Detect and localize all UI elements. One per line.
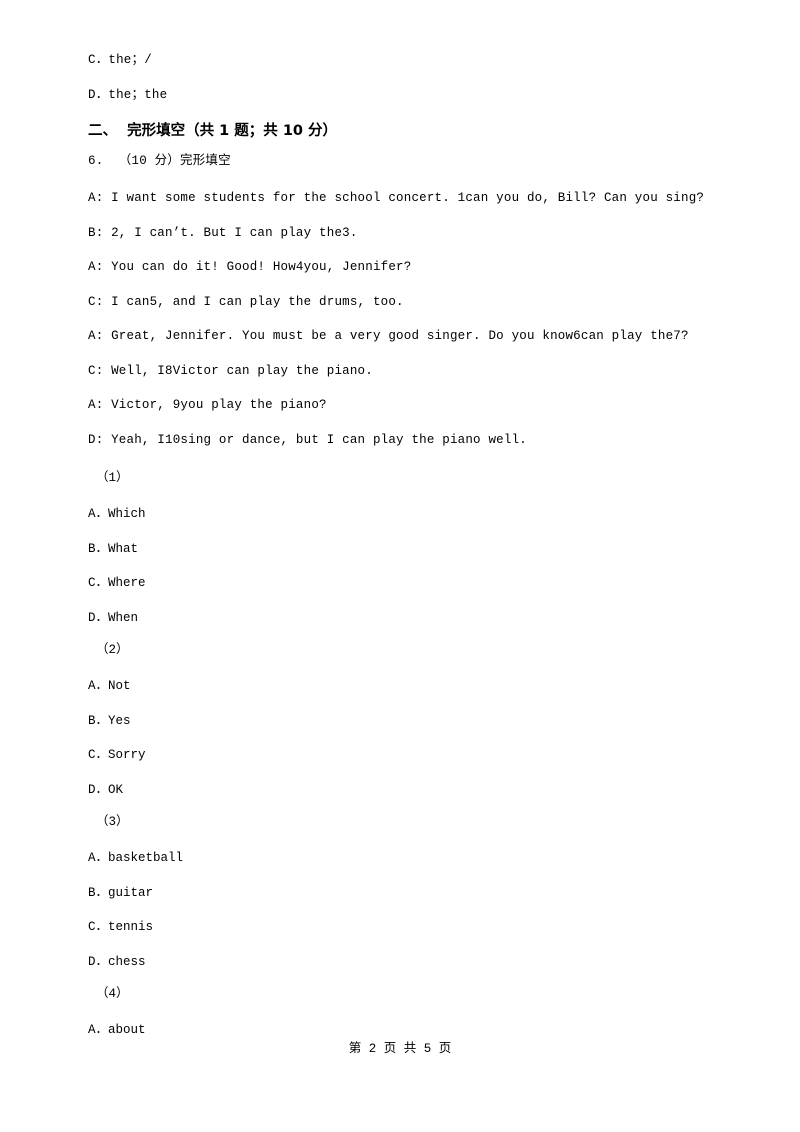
passage-line: C: Well, I8Victor can play the piano. xyxy=(88,364,373,378)
passage-line: A: Great, Jennifer. You must be a very g… xyxy=(88,329,689,343)
passage-line: B: 2, I can’t. But I can play the3. xyxy=(88,226,358,240)
passage-line: A: I want some students for the school c… xyxy=(88,191,705,205)
answer-option[interactable]: B．guitar xyxy=(88,881,153,900)
answer-option-line: C．the；/ xyxy=(88,53,152,67)
answer-option[interactable]: A．about xyxy=(88,1018,146,1037)
passage-line: D: Yeah, I10sing or dance, but I can pla… xyxy=(88,433,527,447)
passage-line: A: You can do it! Good! How4you, Jennife… xyxy=(88,260,412,274)
answer-option[interactable]: D．When xyxy=(88,606,138,625)
answer-option[interactable]: A．Which xyxy=(88,502,146,521)
sub-question-label: （1） xyxy=(96,471,129,485)
sub-question-label: （2） xyxy=(96,643,129,657)
answer-option[interactable]: C．Where xyxy=(88,571,146,590)
document-page: C．the；/ D．the；the 二、 完形填空（共 1 题；共 10 分） … xyxy=(0,0,800,1132)
question-number: 6. （10 分）完形填空 xyxy=(88,154,231,168)
answer-option[interactable]: B．Yes xyxy=(88,709,131,728)
answer-option[interactable]: A．Not xyxy=(88,674,131,693)
passage-line: A: Victor, 9you play the piano? xyxy=(88,398,327,412)
passage-line: C: I can5, and I can play the drums, too… xyxy=(88,295,404,309)
sub-question-label: （4） xyxy=(96,987,129,1001)
page-footer: 第 2 页 共 5 页 xyxy=(348,1042,452,1056)
answer-option[interactable]: C．tennis xyxy=(88,915,153,934)
answer-option[interactable]: B．What xyxy=(88,537,138,556)
answer-option-line: D．the；the xyxy=(88,88,168,102)
section-heading: 二、 完形填空（共 1 题；共 10 分） xyxy=(88,123,338,139)
answer-option[interactable]: D．OK xyxy=(88,778,123,797)
answer-option[interactable]: A．basketball xyxy=(88,846,183,865)
sub-question-label: （3） xyxy=(96,815,129,829)
answer-option[interactable]: C．Sorry xyxy=(88,743,146,762)
answer-option[interactable]: D．chess xyxy=(88,950,146,969)
